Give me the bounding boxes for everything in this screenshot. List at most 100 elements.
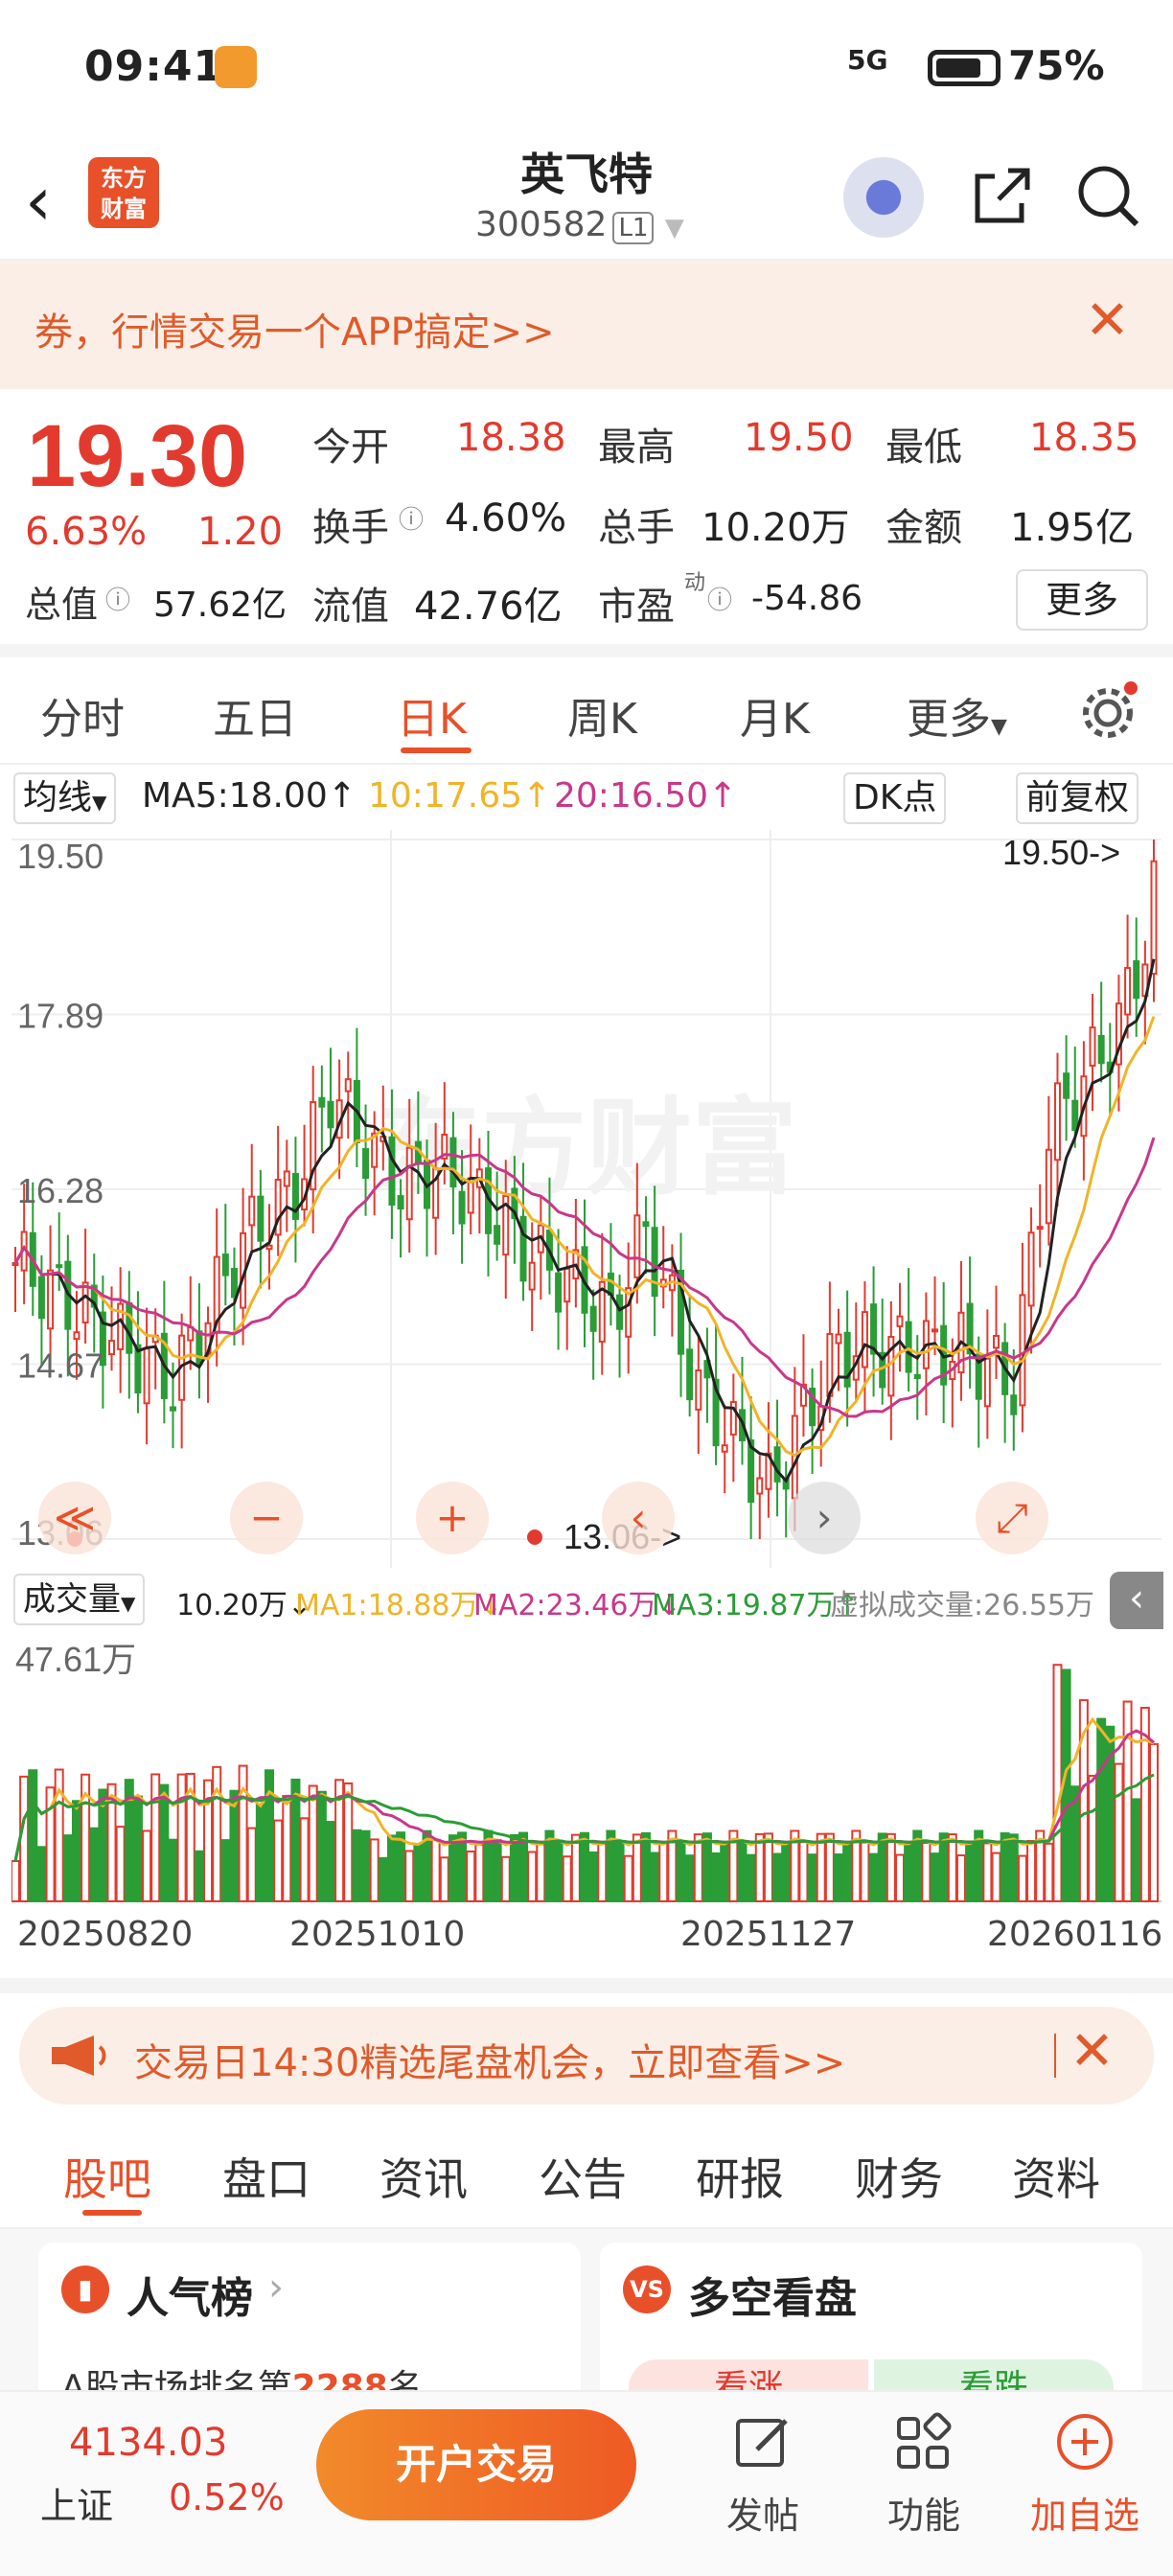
zoom-out-icon[interactable]: − — [230, 1482, 303, 1554]
collapse-icon[interactable]: ‹ — [1110, 1572, 1163, 1629]
search-icon[interactable] — [1073, 161, 1142, 230]
nav-button-glyph: ≪ — [54, 1494, 96, 1541]
add-watch-label: 加自选 — [1029, 2495, 1139, 2537]
candle-body — [81, 1281, 89, 1324]
next-icon[interactable]: › — [788, 1482, 861, 1554]
info-icon[interactable]: ⓘ — [105, 581, 130, 616]
candle-body — [47, 1269, 55, 1330]
tab-profile[interactable]: 资料 — [1012, 2145, 1100, 2208]
volume-bar — [965, 1840, 976, 1902]
candle-body — [695, 1368, 702, 1411]
volume-bar — [693, 1833, 703, 1902]
volume-bar — [343, 1782, 354, 1902]
ma-selector[interactable]: 均线▼ — [13, 772, 117, 824]
index-percent[interactable]: 0.52% — [169, 2476, 285, 2518]
add-watchlist-button[interactable]: 加自选 — [1027, 2411, 1142, 2539]
vol-ma1: MA1:18.88万↓ — [295, 1589, 503, 1622]
tab-more[interactable]: 更多▼ — [907, 684, 1007, 746]
volume-selector[interactable]: 成交量▼ — [13, 1574, 146, 1625]
candle-body — [1097, 1034, 1105, 1065]
tab-daily-k[interactable]: 日K — [397, 684, 467, 746]
fullscreen-icon[interactable]: ⤢ — [976, 1482, 1048, 1554]
volume-bar — [378, 1856, 388, 1903]
tab-intraday[interactable]: 分时 — [40, 684, 125, 746]
tab-news[interactable]: 资讯 — [380, 2145, 468, 2208]
candle-body — [528, 1261, 536, 1291]
features-button[interactable]: 功能 — [866, 2411, 981, 2539]
close-icon[interactable]: ✕ — [1085, 289, 1130, 352]
candle-body — [896, 1315, 904, 1327]
scroll-left-icon[interactable]: ≪ — [38, 1482, 111, 1554]
volume-bar — [89, 1827, 100, 1902]
tab-weekly-k[interactable]: 周K — [567, 684, 637, 746]
candle-body — [318, 1096, 326, 1108]
candle-body — [1133, 960, 1140, 1000]
ma20-value: 20:16.50↑ — [554, 776, 738, 816]
adjust-button[interactable]: 前复权 — [1016, 772, 1139, 824]
info-icon[interactable]: ⓘ — [707, 581, 732, 616]
volume-bar — [1017, 1854, 1027, 1903]
nav-button-glyph: › — [816, 1494, 833, 1541]
candle-body — [449, 1137, 457, 1188]
volume-legend-row: 成交量▼ 10.20万↓ MA1:18.88万↓ MA2:23.46万↓ MA3… — [0, 1568, 1173, 1629]
pe-value: -54.86 — [751, 579, 863, 618]
volume-bar — [1008, 1833, 1019, 1903]
ma5-value: MA5:18.00↑ — [142, 776, 356, 816]
more-button[interactable]: 更多 — [1016, 569, 1148, 631]
vol-ma3: MA3:19.87万↑ — [652, 1589, 860, 1622]
nav-button-glyph: ⤢ — [996, 1494, 1028, 1541]
share-icon[interactable] — [968, 163, 1035, 230]
volume-bar — [1122, 1700, 1133, 1903]
tab-financials[interactable]: 财务 — [855, 2145, 943, 2208]
close-icon[interactable]: ✕ — [1070, 2020, 1115, 2082]
promo-banner-2[interactable]: 交易日14:30精选尾盘机会，立即查看>> ✕ — [19, 2007, 1154, 2104]
tab-announcements[interactable]: 公告 — [539, 2145, 627, 2208]
volume-bar — [352, 1828, 362, 1902]
ai-assistant-icon[interactable] — [843, 157, 924, 238]
candle-body — [221, 1254, 229, 1276]
float-label: 流值 — [312, 585, 389, 629]
dk-point-button[interactable]: DK点 — [843, 772, 947, 824]
candle-body — [826, 1332, 834, 1397]
zoom-in-icon[interactable]: + — [416, 1482, 489, 1554]
volume-bar — [369, 1838, 380, 1902]
volume-bar — [1131, 1798, 1141, 1903]
promo-banner[interactable]: 券，行情交易一个APP搞定>> ✕ — [0, 261, 1173, 389]
plus-circle-icon — [1057, 2414, 1113, 2470]
gear-icon[interactable] — [1077, 680, 1138, 742]
post-button[interactable]: 发帖 — [705, 2411, 820, 2539]
battery-percent: 75% — [1008, 42, 1105, 89]
tab-research[interactable]: 研报 — [696, 2145, 784, 2208]
volume-bar — [614, 1839, 625, 1902]
tab-monthly-k[interactable]: 月K — [740, 684, 810, 746]
volume-bar — [982, 1842, 993, 1902]
volume-bar — [1026, 1840, 1037, 1902]
active-tab-indicator — [82, 2210, 142, 2216]
low-label: 最低 — [886, 426, 962, 470]
volume-value: 10.20万 — [702, 506, 850, 550]
candle-body — [913, 1373, 921, 1380]
volume-bar — [553, 1839, 564, 1902]
candle-body — [283, 1170, 290, 1187]
open-account-button[interactable]: 开户交易 — [316, 2409, 636, 2520]
candle-body — [1150, 860, 1158, 976]
popularity-card[interactable]: ▮ 人气榜 › A股市场排名第2288名 — [38, 2242, 581, 2407]
prev-icon[interactable]: ‹ — [602, 1482, 675, 1554]
tab-forum[interactable]: 股吧 — [63, 2145, 151, 2208]
tab-five-day[interactable]: 五日 — [213, 684, 297, 746]
bull-bear-card[interactable]: VS 多空看盘 看涨 看跌 — [600, 2242, 1142, 2417]
volume-bar — [536, 1843, 546, 1903]
info-icon[interactable]: ⓘ — [399, 500, 424, 536]
volume-bar — [886, 1832, 896, 1902]
volume-bar — [19, 1775, 30, 1902]
candlestick-chart[interactable]: 东方财富19.5017.8916.2814.6713.0619.50->13.0… — [12, 830, 1162, 1568]
volume-bar — [308, 1784, 318, 1902]
bottom-bar: 4134.03 上证 0.52% 开户交易 发帖 功能 加自选 — [0, 2390, 1173, 2576]
tab-orderbook[interactable]: 盘口 — [222, 2145, 310, 2208]
candle-body — [196, 1330, 203, 1366]
index-value[interactable]: 4134.03 — [69, 2421, 227, 2465]
index-name[interactable]: 上证 — [40, 2476, 113, 2529]
stock-code-selector[interactable]: 300582 L1 ▼ — [475, 205, 684, 244]
info-tabs: 股吧 盘口 资讯 公告 研报 财务 资料 — [0, 2118, 1173, 2229]
volume-bar — [413, 1844, 424, 1902]
